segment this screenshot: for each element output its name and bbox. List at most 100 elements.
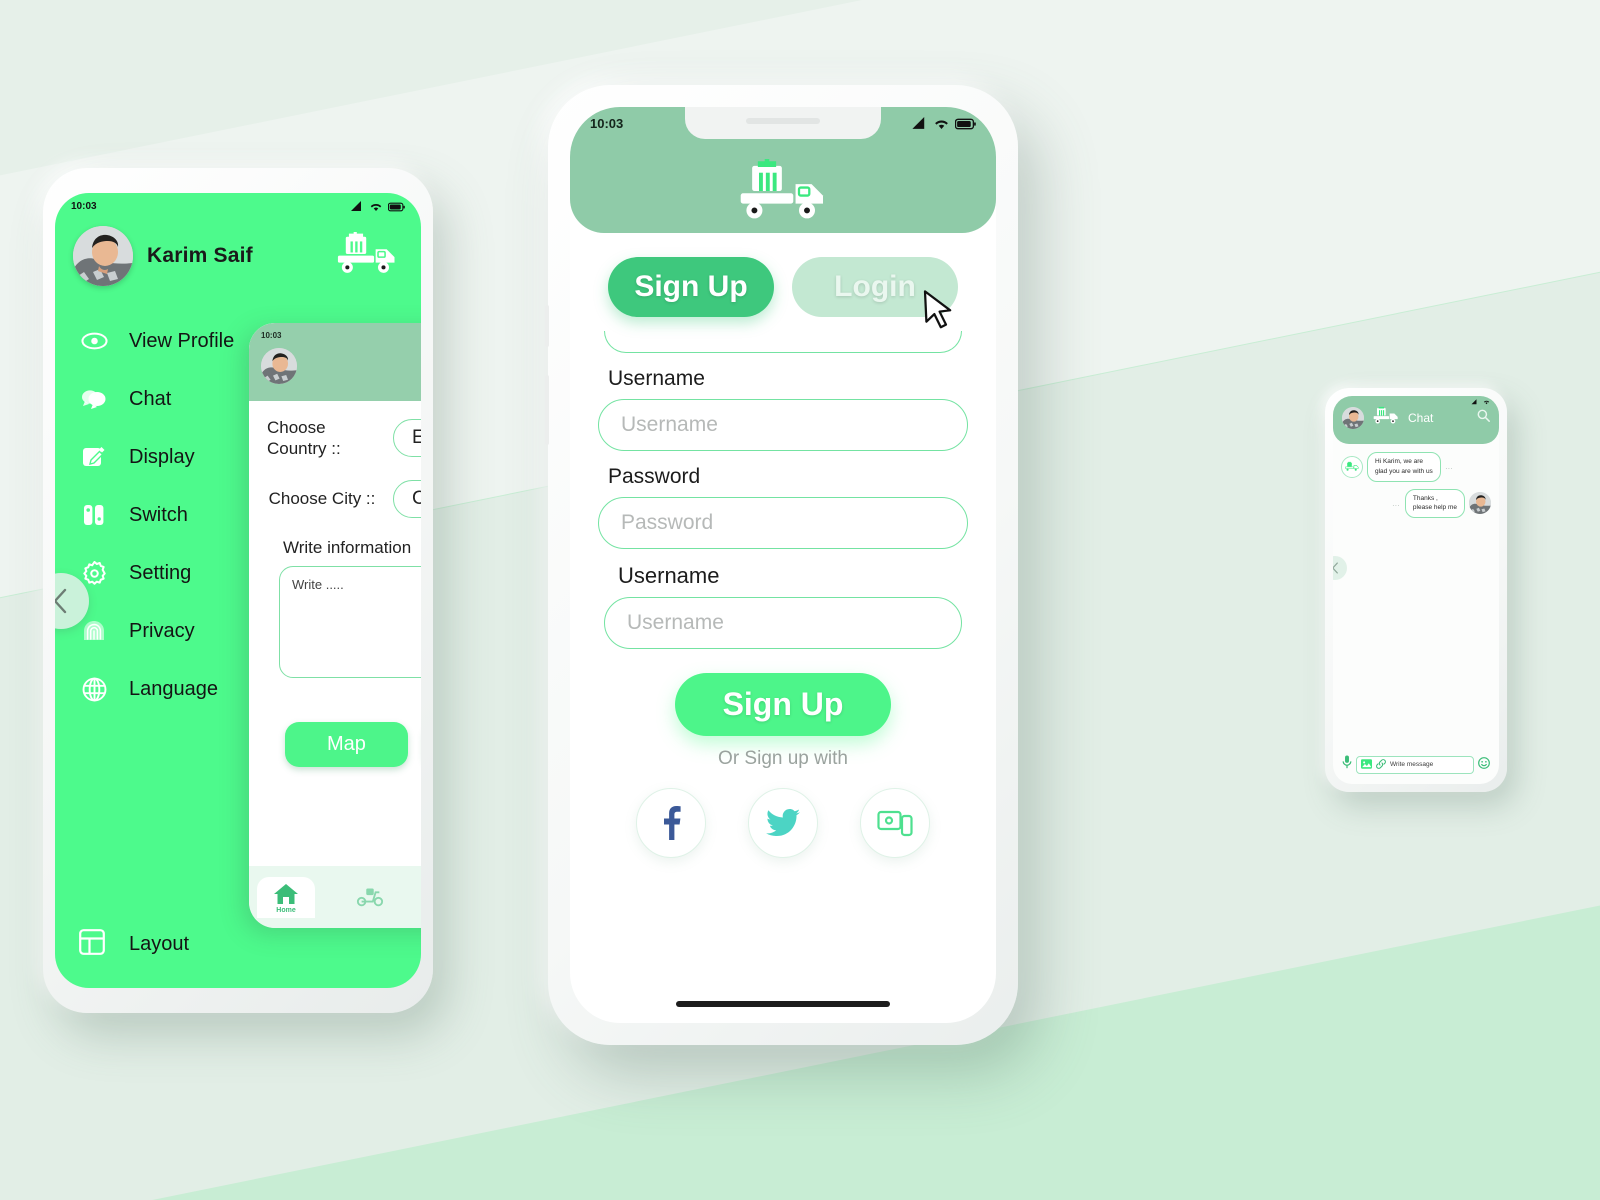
message-menu-icon[interactable]: … bbox=[1392, 499, 1401, 508]
tab-home[interactable]: Home bbox=[257, 876, 315, 918]
tab-label: Home bbox=[276, 906, 296, 914]
username-input[interactable]: Username bbox=[598, 399, 968, 451]
microphone-icon[interactable] bbox=[1342, 755, 1352, 774]
message-input-box[interactable]: Write message bbox=[1356, 755, 1474, 774]
tab-scooter[interactable] bbox=[341, 885, 399, 909]
right-status-bar bbox=[1333, 396, 1499, 405]
sidebar-item-label: Setting bbox=[129, 561, 192, 584]
left-phone-mockup: 10:03 Karim Saif View Profile Chat Displ… bbox=[43, 168, 433, 1013]
center-phone-mockup: 10:03 Sign Up Login Username Username Pa… bbox=[545, 85, 1018, 1045]
user-photo bbox=[1469, 492, 1491, 515]
message-input-placeholder: Write message bbox=[1390, 761, 1434, 768]
wifi-icon bbox=[1483, 400, 1490, 405]
city-label: Choose City :: bbox=[268, 488, 376, 508]
profile-name: Karim Saif bbox=[147, 244, 253, 267]
message-list: Hi Karim, we are glad you are with us … … bbox=[1333, 444, 1499, 518]
sidebar-item-label: Language bbox=[129, 677, 218, 700]
left-inner-screen: 10:03 Choose Country:: E Choose City::… bbox=[249, 323, 421, 928]
username-input-2[interactable]: Username bbox=[604, 597, 962, 649]
submit-area: Sign Up Or Sign up with bbox=[598, 649, 968, 858]
sidebar-item-label: Switch bbox=[129, 503, 188, 526]
bottom-tab-bar: Home bbox=[249, 866, 421, 928]
delivery-truck-icon bbox=[331, 231, 403, 281]
twitter-icon bbox=[766, 808, 800, 837]
right-phone-mockup: Chat Hi Karim, we are glad you are with … bbox=[1325, 388, 1507, 792]
tab-sign-up[interactable]: Sign Up bbox=[608, 257, 774, 317]
center-status-bar: 10:03 bbox=[570, 107, 996, 131]
city-select[interactable]: Cairo bbox=[393, 479, 421, 518]
password-input[interactable]: Password bbox=[598, 497, 968, 549]
avatar[interactable] bbox=[1342, 407, 1364, 429]
left-profile-row[interactable]: Karim Saif bbox=[55, 212, 421, 286]
chevron-left-icon bbox=[55, 588, 67, 614]
user-photo bbox=[1342, 407, 1364, 429]
message-composer: Write message bbox=[1333, 755, 1499, 774]
center-phone-screen: 10:03 Sign Up Login Username Username Pa… bbox=[570, 107, 996, 1023]
sidebar-item-label: View Profile bbox=[129, 329, 235, 352]
country-select[interactable]: EGY bbox=[393, 419, 421, 458]
sidebar-item-label: Layout bbox=[129, 933, 190, 955]
country-field-row: Choose Country :: EGY bbox=[267, 417, 421, 460]
signal-icon bbox=[1471, 399, 1477, 405]
write-information-label: Write information bbox=[283, 537, 412, 557]
or-signup-with-text: Or Sign up with bbox=[718, 748, 848, 769]
status-time: 10:03 bbox=[590, 116, 624, 131]
chat-title: Chat bbox=[1408, 411, 1434, 425]
sidebar-item-label: Privacy bbox=[129, 619, 195, 642]
scooter-icon bbox=[356, 888, 384, 907]
link-icon[interactable] bbox=[1376, 756, 1386, 774]
message-menu-icon[interactable]: … bbox=[1445, 462, 1454, 471]
chat-back-button[interactable] bbox=[1333, 556, 1347, 580]
sign-up-submit-button[interactable]: Sign Up bbox=[674, 673, 892, 736]
fingerprint-icon bbox=[79, 619, 109, 644]
delivery-truck-icon bbox=[1371, 406, 1401, 430]
avatar[interactable] bbox=[1469, 492, 1491, 515]
inner-body: Choose Country :: EGY Choose City :: Cai… bbox=[249, 401, 421, 767]
center-header: 10:03 bbox=[570, 107, 996, 233]
map-button[interactable]: Map bbox=[285, 721, 408, 767]
social-login-row bbox=[598, 788, 968, 858]
password-label: Password bbox=[608, 465, 701, 488]
wifi-icon bbox=[370, 204, 382, 212]
information-textarea[interactable]: Write ..... bbox=[279, 565, 421, 678]
devices-login-button[interactable] bbox=[860, 788, 930, 858]
left-phone-screen: 10:03 Karim Saif View Profile Chat Displ… bbox=[55, 193, 421, 988]
battery-icon bbox=[388, 202, 405, 211]
sidebar-item-layout[interactable]: Layout bbox=[79, 929, 189, 960]
home-icon bbox=[274, 883, 298, 904]
right-phone-screen: Chat Hi Karim, we are glad you are with … bbox=[1333, 396, 1499, 784]
status-time: 10:03 bbox=[261, 331, 282, 340]
status-time: 10:03 bbox=[71, 201, 97, 212]
avatar[interactable] bbox=[73, 226, 133, 286]
message-bubble: Hi Karim, we are glad you are with us bbox=[1367, 452, 1441, 482]
battery-icon bbox=[955, 118, 976, 129]
image-icon[interactable] bbox=[1361, 756, 1372, 774]
avatar[interactable] bbox=[261, 347, 297, 384]
action-buttons: Map bbox=[267, 678, 421, 767]
city-field-row: Choose City :: Cairo bbox=[267, 479, 421, 518]
search-icon[interactable] bbox=[1477, 409, 1490, 427]
sidebar-item-label: Display bbox=[129, 445, 195, 468]
facebook-login-button[interactable] bbox=[636, 788, 706, 858]
signup-form: Username Username Password Password User… bbox=[570, 317, 996, 858]
username-label-2: Username bbox=[618, 563, 720, 588]
username-label: Username bbox=[608, 367, 705, 390]
sidebar-item-label: Chat bbox=[129, 387, 172, 410]
chat-header: Chat bbox=[1333, 396, 1499, 444]
message-row-bot: Hi Karim, we are glad you are with us … bbox=[1341, 452, 1491, 482]
globe-icon bbox=[79, 677, 109, 702]
devices-icon bbox=[877, 810, 913, 837]
edit-display-icon bbox=[79, 445, 109, 469]
eye-icon bbox=[79, 332, 109, 350]
truck-badge-icon bbox=[1341, 455, 1363, 478]
chat-bubble-icon bbox=[79, 388, 109, 410]
emoji-icon[interactable] bbox=[1478, 756, 1490, 774]
user-photo bbox=[261, 347, 297, 384]
scrolled-field-top[interactable] bbox=[604, 331, 962, 353]
layout-icon bbox=[79, 929, 105, 960]
twitter-login-button[interactable] bbox=[748, 788, 818, 858]
wifi-icon bbox=[935, 120, 948, 130]
message-bubble: Thanks , please help me bbox=[1404, 488, 1465, 518]
gear-icon bbox=[79, 560, 109, 586]
chevron-left-icon bbox=[1333, 562, 1338, 574]
